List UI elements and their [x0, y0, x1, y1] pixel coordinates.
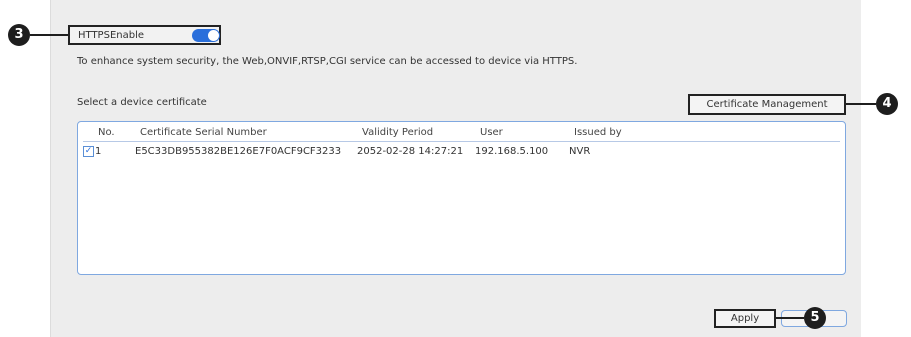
certificate-management-button[interactable]: Certificate Management	[688, 94, 846, 115]
header-serial-number: Certificate Serial Number	[140, 127, 267, 138]
https-enable-toggle[interactable]	[192, 29, 220, 42]
certificate-table: No. Certificate Serial Number Validity P…	[77, 121, 846, 275]
https-description: To enhance system security, the Web,ONVI…	[77, 56, 578, 67]
https-enable-row: HTTPSEnable	[68, 25, 221, 45]
row-checkbox[interactable]: ✓	[83, 146, 94, 157]
toggle-knob	[208, 30, 219, 41]
callout-5-line	[776, 317, 804, 319]
header-user: User	[480, 127, 503, 138]
header-issued-by: Issued by	[574, 127, 622, 138]
callout-4-line	[846, 103, 876, 105]
callout-4: 4	[876, 93, 898, 115]
callout-5: 5	[804, 307, 826, 329]
select-certificate-label: Select a device certificate	[77, 97, 207, 108]
callout-3-line	[30, 34, 68, 36]
table-header: No. Certificate Serial Number Validity P…	[83, 122, 840, 142]
apply-button[interactable]: Apply	[714, 309, 776, 328]
cell-user: 192.168.5.100	[475, 146, 549, 157]
callout-3: 3	[8, 24, 30, 46]
cell-validity-period: 2052-02-28 14:27:21	[357, 146, 464, 157]
header-no: No.	[98, 127, 115, 138]
header-validity-period: Validity Period	[362, 127, 434, 138]
cell-serial-number: E5C33DB955382BE126E7F0ACF9CF3233	[135, 146, 342, 157]
https-enable-label: HTTPSEnable	[78, 30, 145, 41]
cell-no: 1	[95, 146, 102, 157]
cell-issued-by: NVR	[569, 146, 591, 157]
